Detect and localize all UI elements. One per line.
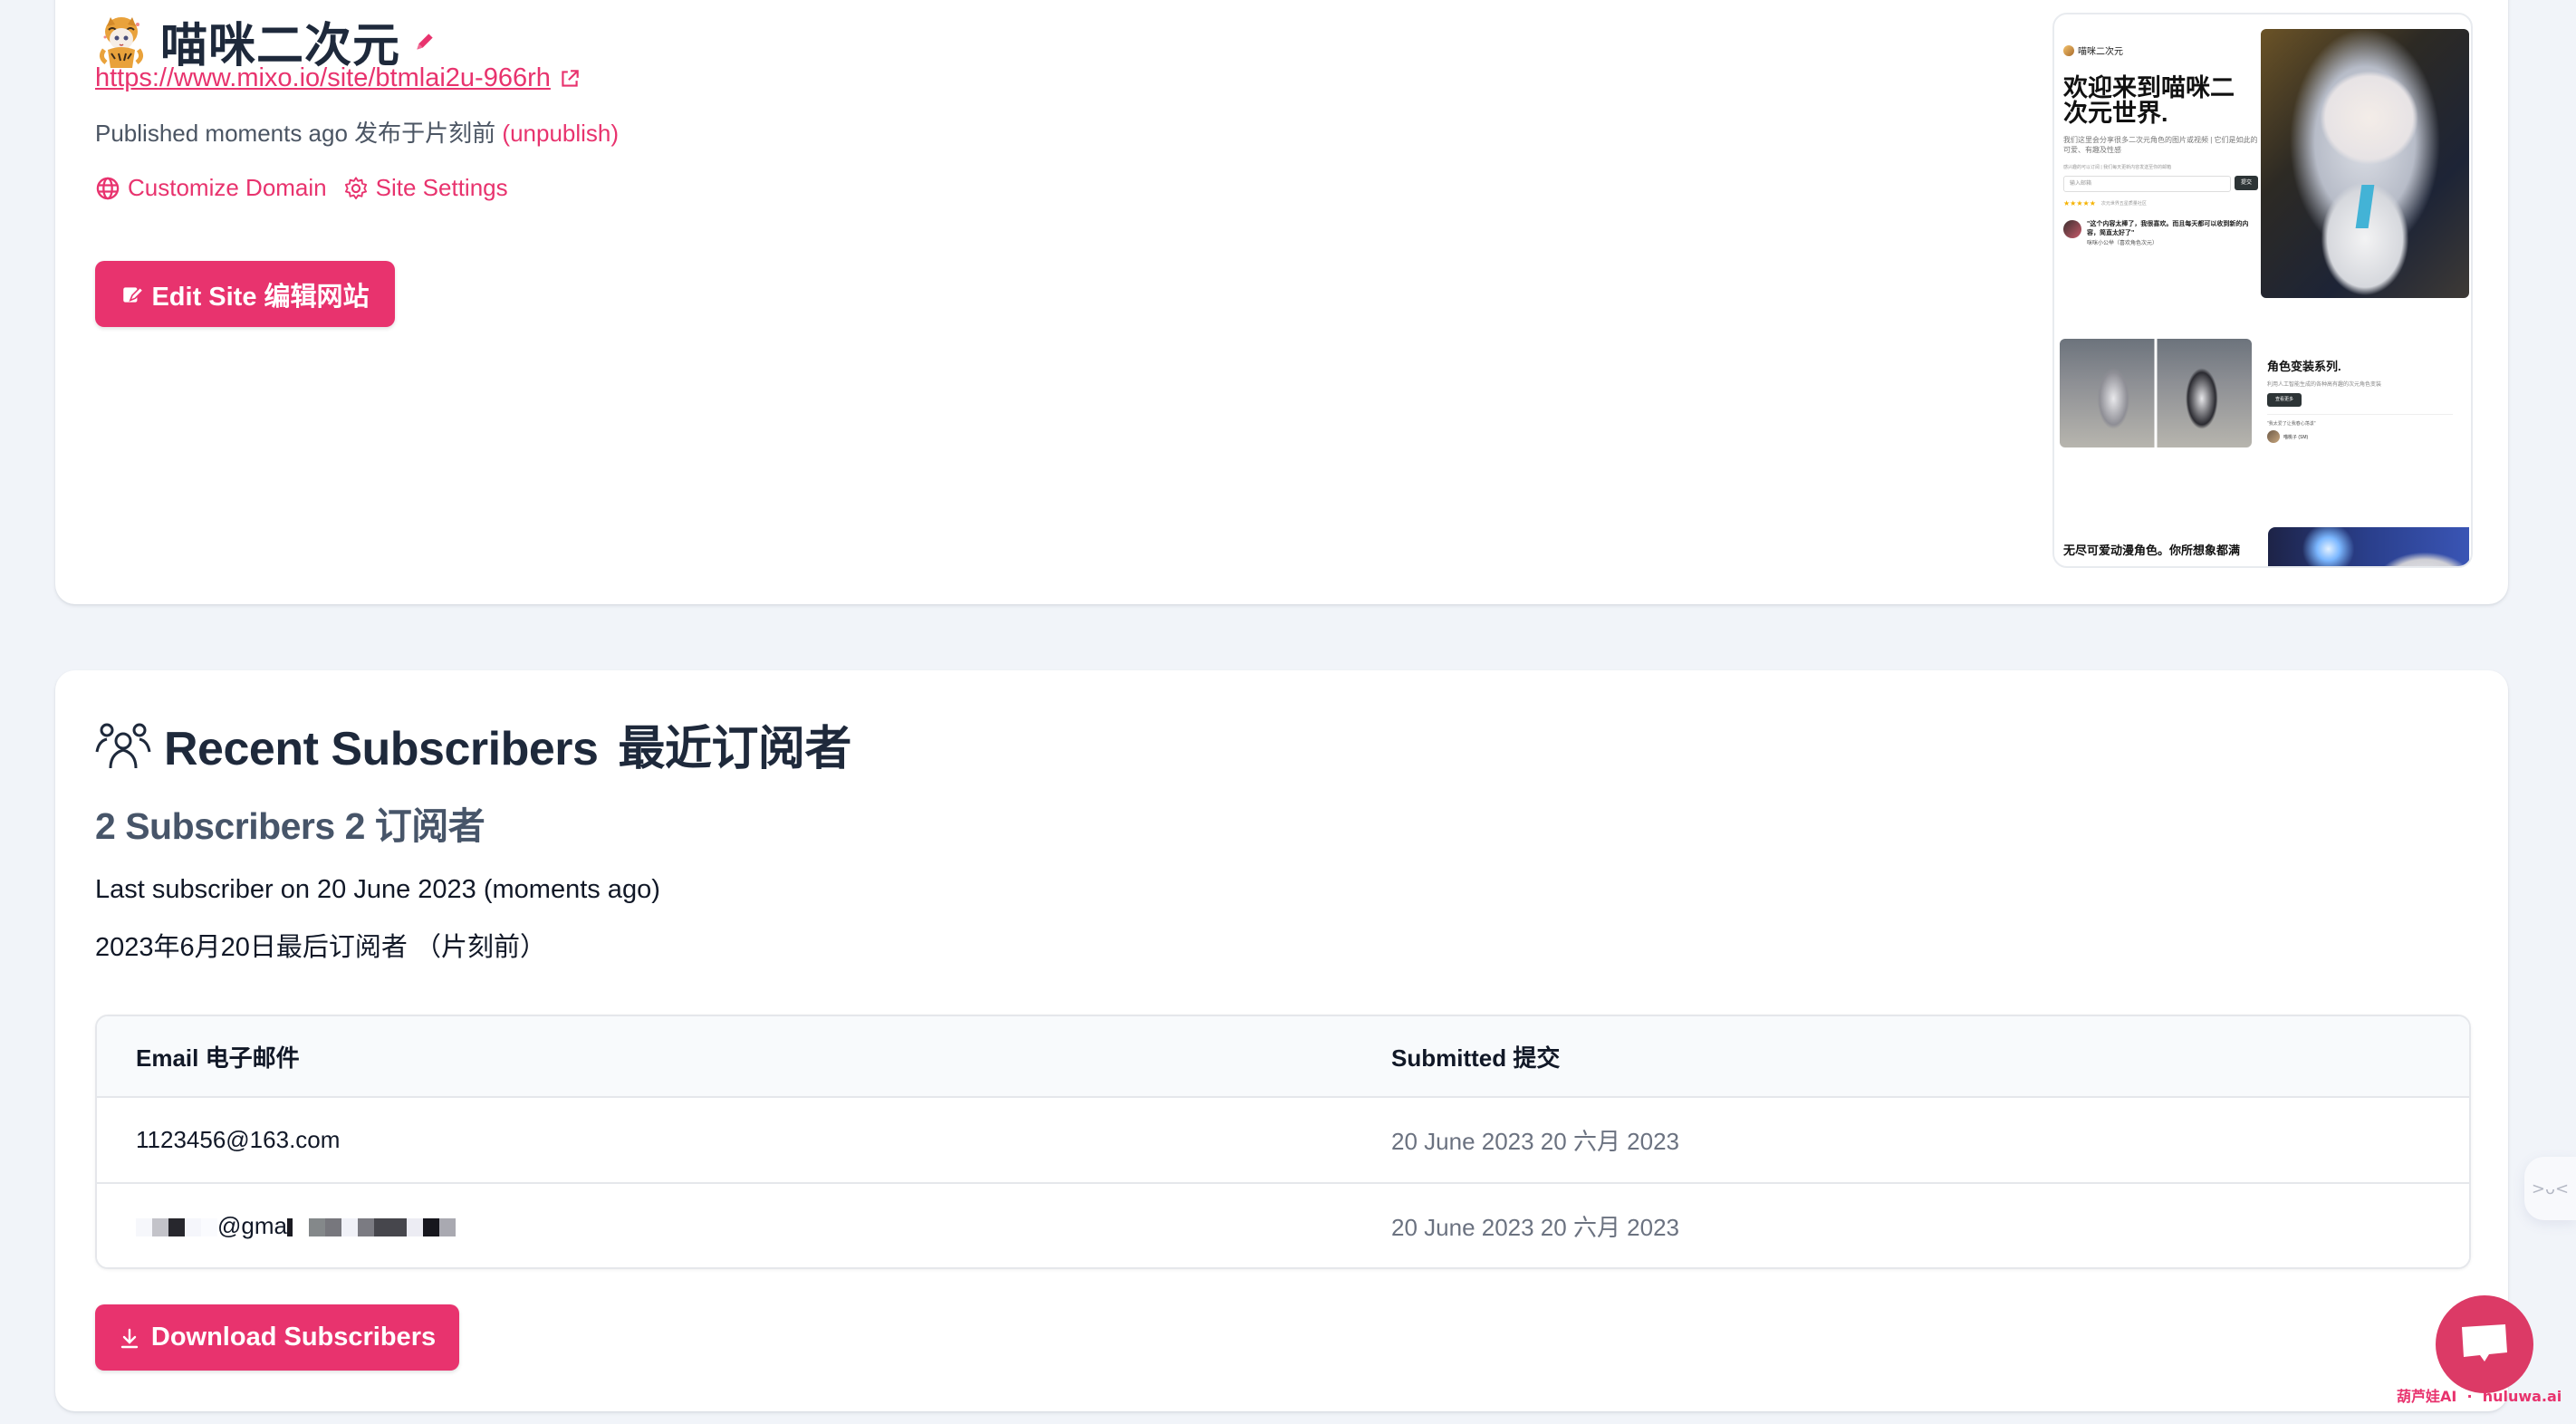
preview-section: 角色变装系列. 利用人工智能生成的各种高有趣的次元角色变装 查看更多 "我太爱了… <box>2267 357 2453 443</box>
published-text: Published moments ago 发布于片刻前 <box>95 120 496 147</box>
preview-hero-image <box>2261 29 2469 298</box>
preview-brand-name: 喵咪二次元 <box>2078 47 2123 57</box>
preview-testimonial-author: 咪咪小公举（喜欢角色次元） <box>2087 241 2158 246</box>
subscribers-table: Email 电子邮件 Submitted 提交 1123456@163.com … <box>95 1015 2471 1269</box>
redaction-mosaic <box>136 1212 217 1239</box>
pencil-icon[interactable] <box>413 30 437 53</box>
table-row: @gma 20 June 2023 20 六月 2023 <box>97 1184 2469 1267</box>
unpublish-link[interactable]: (unpublish) <box>502 120 619 147</box>
table-row: 1123456@163.com 20 June 2023 20 六月 2023 <box>97 1098 2469 1184</box>
subscribers-header: Recent Subscribers 最近订阅者 <box>95 710 851 778</box>
tiger-girl-avatar-icon <box>99 16 144 68</box>
preview-section-button: 查看更多 <box>2267 393 2302 407</box>
preview-bottom-image <box>2268 527 2469 566</box>
users-icon <box>95 723 151 768</box>
preview-gallery-image <box>2060 339 2252 447</box>
preview-bottom-heading: 无尽可爱动漫角色。你所想象都满 <box>2063 544 2241 557</box>
gear-icon <box>344 176 367 199</box>
customize-domain-label: Customize Domain <box>128 174 327 201</box>
chat-bubble-icon <box>2462 1324 2507 1361</box>
subscriber-submitted-date: 20 June 2023 20 六月 2023 <box>1391 1128 1680 1155</box>
download-icon <box>120 1328 139 1348</box>
watermark: 葫芦娃AI · huluwa.ai <box>2397 1388 2562 1405</box>
site-avatar <box>95 14 148 70</box>
external-link-icon <box>562 69 579 87</box>
preview-testimonial: "这个内容太棒了，我很喜欢。而且每天都可以收到新的内容，简直太好了" 咪咪小公举… <box>2063 220 2258 246</box>
site-settings-label: Site Settings <box>375 174 508 201</box>
table-header: Email 电子邮件 Submitted 提交 <box>97 1016 2469 1098</box>
subscriber-count: 2 Subscribers 2 订阅者 <box>95 805 485 847</box>
preview-stars: ★★★★★ <box>2063 199 2096 207</box>
customize-domain-link[interactable]: Customize Domain <box>95 174 327 202</box>
preview-brand: 喵咪二次元 <box>2063 43 2258 57</box>
site-links: Customize Domain Site Settings <box>95 174 524 202</box>
preview-submit-button: 提交 <box>2235 176 2258 190</box>
preview-section-divider <box>2267 414 2453 415</box>
preview-section-author: 喵桃子 (SM) <box>2267 430 2453 443</box>
subscribers-card: Recent Subscribers 最近订阅者 2 Subscribers 2 … <box>55 670 2508 1411</box>
subscribers-title-cn: 最近订阅者 <box>618 723 851 775</box>
preview-note: 感兴趣的可以订阅 | 我们每天更新内容发送至你的邮箱 <box>2063 165 2172 170</box>
preview-testimonial-avatar <box>2063 220 2081 238</box>
preview-rating: ★★★★★ 次元世界五星质量社区 <box>2063 199 2258 207</box>
edit-icon <box>123 285 145 303</box>
preview-hero: 喵咪二次元 欢迎来到喵咪二次元世界. 我们这里会分享很多二次元角色的图片或视频 … <box>2063 43 2258 246</box>
download-subscribers-label: Download Subscribers <box>150 1323 437 1352</box>
site-url-link[interactable]: https://www.mixo.io/site/btmlai2u-966rh <box>95 63 582 93</box>
globe-icon <box>96 177 120 199</box>
subscriber-email: 1123456@163.com <box>136 1126 341 1153</box>
preview-section-author-name: 喵桃子 (SM) <box>2283 434 2309 440</box>
preview-form: 输入邮箱 提交 <box>2063 176 2258 192</box>
preview-headline: 欢迎来到喵咪二次元世界. <box>2063 74 2235 127</box>
subscriber-email-partial: @gma <box>217 1212 287 1239</box>
last-subscriber-text-cn: 2023年6月20日最后订阅者 （片刻前） <box>95 933 546 962</box>
site-settings-link[interactable]: Site Settings <box>343 174 508 202</box>
download-subscribers-button[interactable]: Download Subscribers <box>95 1304 459 1371</box>
column-header-submitted: Submitted 提交 <box>1391 1044 1561 1072</box>
preview-section-quote: "我太爱了让我春心荡漾" <box>2267 421 2316 427</box>
preview-testimonial-quote: "这个内容太棒了，我很喜欢。而且每天都可以收到新的内容，简直太好了" <box>2087 221 2249 236</box>
site-preview-thumbnail[interactable]: 喵咪二次元 欢迎来到喵咪二次元世界. 我们这里会分享很多二次元角色的图片或视频 … <box>2052 13 2473 568</box>
side-assistant-widget[interactable]: >ᴗ< <box>2524 1157 2576 1220</box>
preview-email-input: 输入邮箱 <box>2063 176 2231 192</box>
published-status: Published moments ago 发布于片刻前 (unpublish) <box>95 115 619 149</box>
subscriber-submitted-date: 20 June 2023 20 六月 2023 <box>1391 1214 1680 1241</box>
subscriber-email-redacted: @gma <box>97 1212 1391 1240</box>
site-url-text: https://www.mixo.io/site/btmlai2u-966rh <box>95 63 551 92</box>
preview-section-author-avatar <box>2267 430 2280 443</box>
preview-section-subtitle: 利用人工智能生成的各种高有趣的次元角色变装 <box>2267 382 2382 388</box>
last-subscriber-text: Last subscriber on 20 June 2023 (moments… <box>95 875 660 904</box>
subscribers-title-en: Recent Subscribers <box>164 723 599 775</box>
preview-rating-text: 次元世界五星质量社区 <box>2100 201 2147 207</box>
preview-brand-logo <box>2063 44 2074 56</box>
edit-site-label: Edit Site 编辑网站 <box>151 282 370 312</box>
column-header-email: Email 电子邮件 <box>136 1044 300 1072</box>
chat-button[interactable] <box>2436 1295 2533 1393</box>
edit-site-button[interactable]: Edit Site 编辑网站 <box>95 261 395 327</box>
preview-section-title: 角色变装系列. <box>2267 360 2341 373</box>
subscribers-title: Recent Subscribers 最近订阅者 <box>164 710 851 778</box>
preview-subtitle: 我们这里会分享很多二次元角色的图片或视频 | 它们是如此的可爱、有趣及性感 <box>2063 136 2258 154</box>
redaction-mosaic <box>286 1212 456 1239</box>
site-card: 喵咪二次元 https://www.mixo.io/site/btmlai2u-… <box>55 0 2508 604</box>
